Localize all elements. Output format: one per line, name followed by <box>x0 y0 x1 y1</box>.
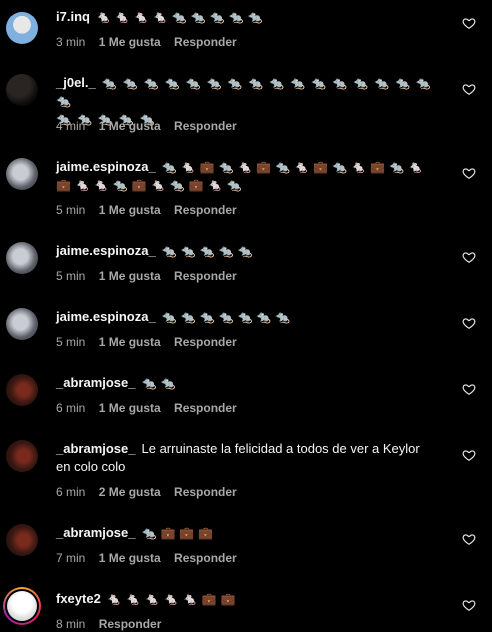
likes-count[interactable]: 1 Me gusta <box>99 269 161 283</box>
comment-username[interactable]: fxeyte2 <box>56 591 101 606</box>
comment-time: 3 min <box>56 35 86 49</box>
comment-text: 🐀🐀🐀🐀🐀🐀🐀 <box>161 310 295 324</box>
comment-time: 6 min <box>56 485 86 499</box>
comment-time: 5 min <box>56 269 86 283</box>
avatar[interactable] <box>6 524 38 556</box>
likes-count[interactable]: 1 Me gusta <box>99 203 161 217</box>
avatar[interactable] <box>6 374 38 406</box>
comment-time: 6 min <box>56 401 86 415</box>
comment-username[interactable]: _abramjose_ <box>56 441 136 456</box>
likes-count[interactable]: 1 Me gusta <box>99 35 161 49</box>
comment-text: 💼🐁🐁🐀💼🐁🐀💼🐁🐀 <box>56 178 246 192</box>
comment-time: 7 min <box>56 551 86 565</box>
comment-text-line: _abramjose_ 🐀🐀 <box>56 374 451 392</box>
avatar[interactable] <box>6 158 38 190</box>
likes-count[interactable]: 1 Me gusta <box>99 335 161 349</box>
comment-text-line: _abramjose_ Le arruinaste la felicidad a … <box>56 440 451 458</box>
like-button[interactable] <box>462 448 476 462</box>
reply-button[interactable]: Responder <box>99 617 162 631</box>
likes-count[interactable]: 2 Me gusta <box>99 485 161 499</box>
reply-button[interactable]: Responder <box>174 335 237 349</box>
avatar[interactable] <box>6 440 38 472</box>
comment-text-line: fxeyte2 🐁🐁🐁🐁🐁💼💼 <box>56 590 451 608</box>
like-button[interactable] <box>462 250 476 264</box>
like-button[interactable] <box>462 16 476 30</box>
comment-time: 4 min <box>56 119 86 133</box>
comment-text-line: jaime.espinoza_ 🐀🐀🐀🐀🐀🐀🐀 <box>56 308 451 326</box>
avatar[interactable] <box>6 74 38 106</box>
reply-button[interactable]: Responder <box>174 551 237 565</box>
comment-text-line: jaime.espinoza_ 🐀🐁💼🐀🐁💼🐀🐁💼🐀🐁💼🐀🐁 <box>56 158 451 176</box>
comment-text: Le arruinaste la felicidad a todos de ve… <box>141 441 420 456</box>
comment-meta: 5 min 1 Me gusta Responder <box>56 203 247 217</box>
comment-text: 🐀💼💼💼 <box>141 526 218 540</box>
comment-username[interactable]: _abramjose_ <box>56 525 136 540</box>
heart-outline-icon <box>462 168 476 179</box>
comment-text: 🐁🐁🐁🐁🐁💼💼 <box>106 592 240 606</box>
comment-meta: 5 min 1 Me gusta Responder <box>56 269 247 283</box>
comment-text: 🐀🐁💼🐀🐁💼🐀🐁💼🐀🐁💼🐀🐁 <box>161 160 427 174</box>
like-button[interactable] <box>462 598 476 612</box>
likes-count[interactable]: 1 Me gusta <box>99 119 161 133</box>
avatar[interactable] <box>6 242 38 274</box>
reply-button[interactable]: Responder <box>174 485 237 499</box>
comment-text-line: _abramjose_ 🐀💼💼💼 <box>56 524 451 542</box>
likes-count[interactable]: 1 Me gusta <box>99 401 161 415</box>
comment-text-line: _j0el._ 🐀🐀🐀🐀🐀🐀🐀🐀🐀🐀🐀🐀🐀🐀🐀🐀🐀 <box>56 74 451 110</box>
comment-time: 5 min <box>56 335 86 349</box>
avatar <box>7 591 37 621</box>
comment-text-line: jaime.espinoza_ 🐀🐀🐀🐀🐀 <box>56 242 451 260</box>
reply-button[interactable]: Responder <box>174 269 237 283</box>
comment-username[interactable]: jaime.espinoza_ <box>56 159 156 174</box>
heart-outline-icon <box>462 534 476 545</box>
comment-text-line: 💼🐁🐁🐀💼🐁🐀💼🐁🐀 <box>56 176 451 194</box>
avatar-border <box>5 589 39 623</box>
comment-text: 🐀🐀🐀🐀🐀 <box>161 244 257 258</box>
heart-outline-icon <box>462 600 476 611</box>
heart-outline-icon <box>462 84 476 95</box>
comment-text: en colo colo <box>56 459 126 474</box>
comment-text-line: i7.inq 🐁🐁🐁🐁🐀🐀🐀🐀🐀 <box>56 8 451 26</box>
like-button[interactable] <box>462 166 476 180</box>
comment-username[interactable]: jaime.espinoza_ <box>56 309 156 324</box>
comment-meta: 6 min 1 Me gusta Responder <box>56 401 247 415</box>
comment-username[interactable]: _abramjose_ <box>56 375 136 390</box>
comment-meta: 6 min 2 Me gusta Responder <box>56 485 247 499</box>
comment-meta: 3 min 1 Me gusta Responder <box>56 35 247 49</box>
comment-meta: 8 min Responder <box>56 617 171 631</box>
like-button[interactable] <box>462 82 476 96</box>
like-button[interactable] <box>462 316 476 330</box>
reply-button[interactable]: Responder <box>174 203 237 217</box>
comment-meta: 7 min 1 Me gusta Responder <box>56 551 247 565</box>
heart-outline-icon <box>462 18 476 29</box>
reply-button[interactable]: Responder <box>174 401 237 415</box>
comment-time: 5 min <box>56 203 86 217</box>
comments-list: i7.inq 🐁🐁🐁🐁🐀🐀🐀🐀🐀 3 min 1 Me gusta Respond… <box>0 0 492 632</box>
comment-time: 8 min <box>56 617 86 631</box>
comment-text: 🐀🐀 <box>141 376 180 390</box>
comment-text: 🐀🐀🐀🐀🐀🐀🐀🐀🐀🐀🐀🐀🐀🐀🐀🐀🐀 <box>56 76 437 108</box>
heart-outline-icon <box>462 252 476 263</box>
comment-username[interactable]: jaime.espinoza_ <box>56 243 156 258</box>
comment-meta: 5 min 1 Me gusta Responder <box>56 335 247 349</box>
comment-text: 🐁🐁🐁🐁🐀🐀🐀🐀🐀 <box>95 10 267 24</box>
comment-username[interactable]: _j0el._ <box>56 75 96 90</box>
avatar[interactable] <box>6 12 38 44</box>
avatar[interactable] <box>6 308 38 340</box>
heart-outline-icon <box>462 318 476 329</box>
heart-outline-icon <box>462 384 476 395</box>
like-button[interactable] <box>462 532 476 546</box>
comment-text-line: en colo colo <box>56 458 451 476</box>
likes-count[interactable]: 1 Me gusta <box>99 551 161 565</box>
like-button[interactable] <box>462 382 476 396</box>
heart-outline-icon <box>462 450 476 461</box>
comment-username[interactable]: i7.inq <box>56 9 90 24</box>
reply-button[interactable]: Responder <box>174 119 237 133</box>
comment-meta: 4 min 1 Me gusta Responder <box>56 119 247 133</box>
reply-button[interactable]: Responder <box>174 35 237 49</box>
avatar-story-ring[interactable] <box>3 587 41 625</box>
